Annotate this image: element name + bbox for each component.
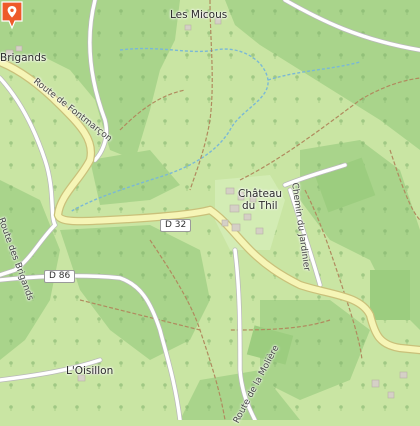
map-pin-icon[interactable] [0,0,24,30]
map-canvas[interactable]: Les Micous Brigands Château du Thil L'Oi… [0,0,420,425]
place-label-loisillon: L'Oisillon [66,365,114,377]
road-shield-d86: D 86 [44,270,76,283]
place-label-brigands: Brigands [0,52,47,64]
place-label-chateau-line2: du Thil [242,200,278,212]
place-label-chateau-line1: Château [238,188,283,200]
road-shield-d32: D 32 [160,219,192,232]
map-base-layer [0,0,420,420]
place-label-les-micous: Les Micous [170,9,228,21]
